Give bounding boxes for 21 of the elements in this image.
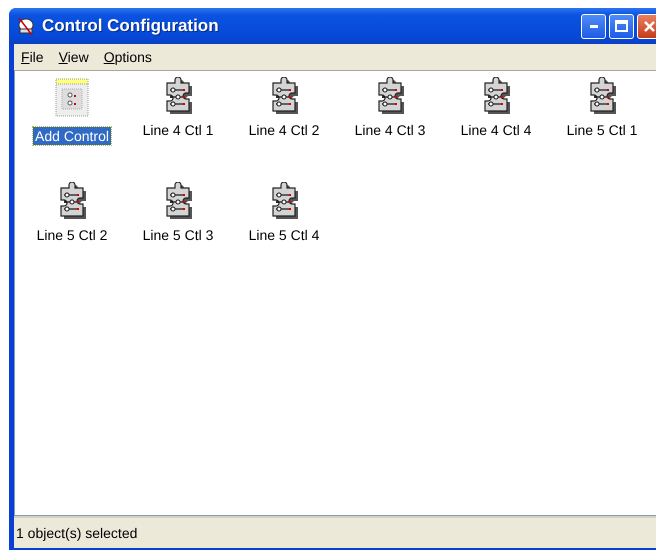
icon-label[interactable]: Line 5 Ctl 3	[140, 226, 216, 244]
menu-item[interactable]: View	[56, 49, 97, 65]
maximize-icon	[615, 20, 628, 32]
app-icon	[16, 16, 36, 36]
icon-label[interactable]: Line 4 Ctl 3	[352, 121, 428, 139]
maximize-button[interactable]	[609, 14, 634, 38]
icon-label[interactable]: Add Control	[33, 127, 111, 145]
window-title: Control Configuration	[42, 16, 220, 36]
close-button[interactable]	[637, 14, 656, 38]
icon-label[interactable]: Line 5 Ctl 2	[34, 226, 110, 244]
icon-label[interactable]: Line 4 Ctl 1	[140, 121, 216, 139]
icon-label[interactable]: Line 4 Ctl 2	[246, 121, 322, 139]
minimize-icon	[590, 24, 598, 28]
status-text: 1 object(s) selected	[16, 525, 138, 541]
menu-item[interactable]: Options	[100, 49, 160, 65]
minimize-button[interactable]	[581, 14, 606, 38]
icon-label[interactable]: Line 4 Ctl 4	[458, 121, 534, 139]
menu-item[interactable]: File	[18, 49, 52, 65]
icon-label[interactable]: Line 5 Ctl 4	[246, 226, 322, 244]
close-icon	[643, 20, 656, 32]
icon-label[interactable]: Line 5 Ctl 1	[564, 121, 640, 139]
